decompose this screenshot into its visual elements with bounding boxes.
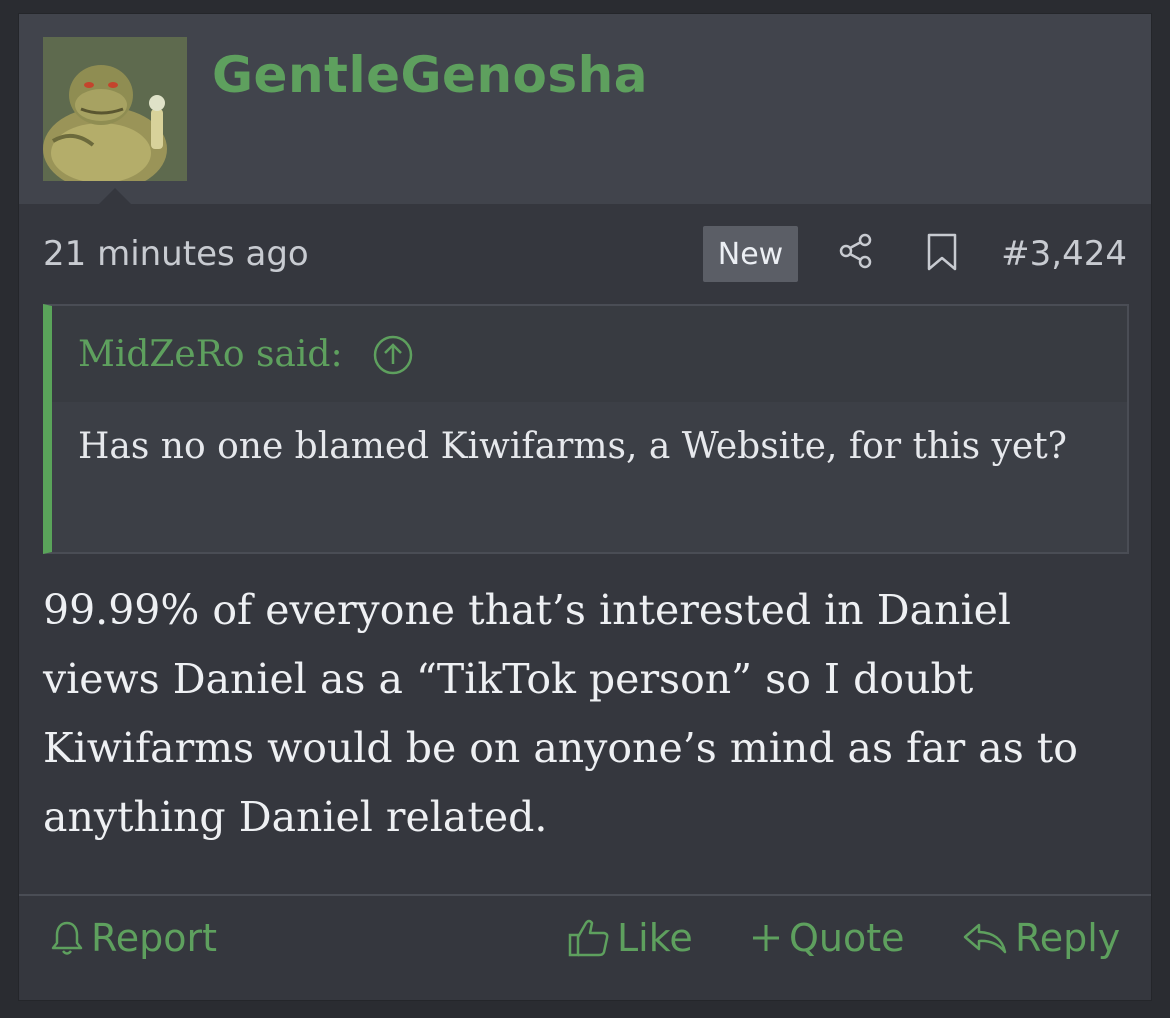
share-icon[interactable] (837, 232, 875, 274)
quote-button[interactable]: Quote (749, 916, 905, 960)
reply-arrow-icon (963, 923, 1007, 954)
jabba-avatar (43, 37, 187, 181)
like-button[interactable]: Like (567, 916, 693, 960)
quote-text: Has no one blamed Kiwifarms, a Website, … (78, 426, 1067, 467)
quote-label: Quote (789, 916, 905, 960)
reply-label: Reply (1015, 916, 1121, 960)
forum-post: GentleGenosha 21 minutes ago New #3,424 … (18, 13, 1152, 1001)
username-link[interactable]: GentleGenosha (212, 46, 648, 104)
post-user-header: GentleGenosha (19, 14, 1151, 204)
reply-button[interactable]: Reply (961, 916, 1120, 960)
bell-icon (51, 921, 83, 955)
arrow-up-circle-icon[interactable] (372, 334, 414, 380)
quoted-message: MidZeRo said: Has no one blamed Kiwifarm… (43, 304, 1129, 554)
report-button[interactable]: Report (49, 916, 217, 960)
new-badge: New (703, 226, 798, 282)
bookmark-icon[interactable] (925, 232, 959, 276)
thumbs-up-icon (568, 919, 609, 957)
quote-header: MidZeRo said: (52, 306, 1127, 402)
post-timestamp[interactable]: 21 minutes ago (43, 234, 309, 274)
plus-icon (753, 925, 779, 951)
avatar-pointer (99, 188, 131, 204)
like-label: Like (617, 916, 693, 960)
user-avatar[interactable] (43, 37, 187, 181)
post-actions-bar: Report Like Quote Reply (19, 894, 1151, 1002)
post-number-link[interactable]: #3,424 (1001, 234, 1127, 274)
post-message: 99.99% of everyone that’s interested in … (43, 586, 1078, 841)
report-label: Report (91, 916, 217, 960)
quote-author[interactable]: MidZeRo said: (78, 334, 343, 375)
post-meta-bar: 21 minutes ago New #3,424 (19, 204, 1151, 304)
